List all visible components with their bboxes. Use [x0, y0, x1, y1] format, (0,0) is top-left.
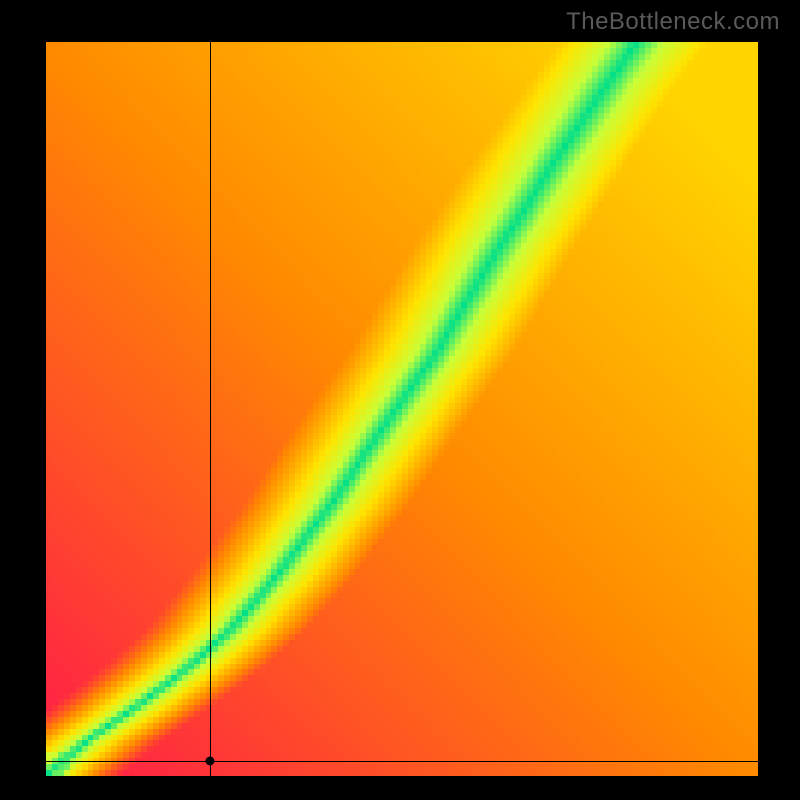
heatmap-canvas	[46, 42, 758, 776]
chart-frame: TheBottleneck.com	[0, 0, 800, 800]
heatmap-plot	[46, 42, 758, 776]
watermark-text: TheBottleneck.com	[566, 8, 780, 36]
